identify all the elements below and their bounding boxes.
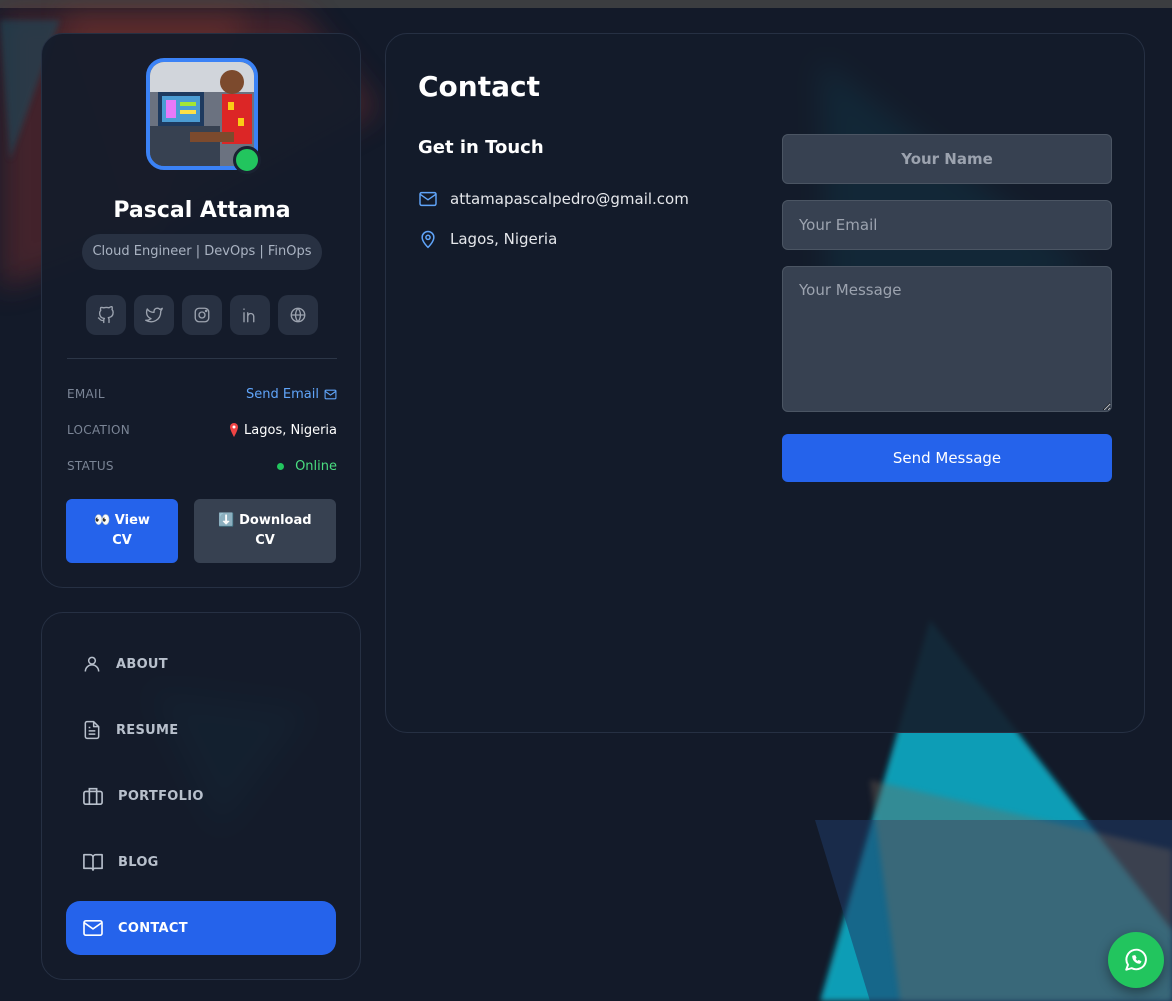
nav-label-resume: RESUME [116, 722, 179, 738]
nav-item-blog[interactable]: BLOG [66, 835, 336, 889]
email-row: EMAIL Send Email [67, 384, 337, 404]
nav-item-contact[interactable]: CONTACT [66, 901, 336, 955]
instagram-icon[interactable] [182, 295, 222, 335]
profile-card: Pascal Attama Cloud Engineer | DevOps | … [41, 33, 361, 588]
status-dot [277, 462, 285, 470]
location-value: Lagos, Nigeria [229, 423, 337, 438]
social-links [86, 295, 318, 335]
contact-panel: Contact Get in Touch attamapascalpedro@g… [385, 33, 1145, 733]
mail-icon [419, 191, 437, 207]
message-textarea[interactable] [782, 266, 1112, 412]
nav-item-resume[interactable]: RESUME [66, 703, 336, 757]
profile-name: Pascal Attama [113, 198, 291, 223]
whatsapp-button[interactable] [1108, 932, 1164, 988]
view-cv-button[interactable]: 👀 View CV [66, 499, 178, 563]
twitter-icon[interactable] [134, 295, 174, 335]
nav-label-blog: BLOG [118, 854, 159, 870]
send-email-label: Send Email [246, 386, 319, 402]
status-value: Online [277, 459, 337, 474]
location-text: Lagos, Nigeria [244, 422, 337, 438]
user-icon [84, 656, 100, 672]
nav-label-contact: CONTACT [118, 920, 188, 936]
send-email-link[interactable]: Send Email [246, 387, 337, 402]
linkedin-icon[interactable] [230, 295, 270, 335]
name-input[interactable] [782, 134, 1112, 184]
globe-icon[interactable] [278, 295, 318, 335]
email-label: EMAIL [67, 387, 105, 401]
email-input[interactable] [782, 200, 1112, 250]
status-label: STATUS [67, 459, 114, 473]
contact-location-line: Lagos, Nigeria [418, 228, 557, 250]
role-badge: Cloud Engineer | DevOps | FinOps [82, 234, 322, 270]
location-row: LOCATION Lagos, Nigeria [67, 420, 337, 440]
page-title: Contact [418, 70, 540, 103]
github-icon[interactable] [86, 295, 126, 335]
document-icon [84, 720, 100, 740]
download-cv-label: ⬇️ Download CV [218, 513, 312, 548]
online-status-dot [233, 146, 261, 174]
mail-icon [324, 389, 337, 399]
contact-email[interactable]: attamapascalpedro@gmail.com [450, 190, 689, 208]
location-label: LOCATION [67, 423, 131, 437]
profile-divider [67, 358, 337, 359]
nav-item-about[interactable]: ABOUT [66, 637, 336, 691]
section-subtitle: Get in Touch [418, 137, 544, 158]
download-cv-button[interactable]: ⬇️ Download CV [194, 499, 336, 563]
nav-item-portfolio[interactable]: PORTFOLIO [66, 769, 336, 823]
send-message-button[interactable]: Send Message [782, 434, 1112, 482]
nav-label-portfolio: PORTFOLIO [118, 788, 204, 804]
status-text: Online [295, 458, 337, 474]
briefcase-icon [83, 787, 103, 805]
view-cv-label: 👀 View CV [94, 513, 150, 548]
status-row: STATUS Online [67, 456, 337, 476]
whatsapp-icon [1125, 948, 1147, 971]
contact-email-line: attamapascalpedro@gmail.com [418, 188, 689, 210]
map-pin-icon [421, 230, 435, 249]
mail-icon [83, 919, 103, 937]
book-icon [83, 853, 103, 871]
pin-icon [230, 423, 239, 437]
contact-location: Lagos, Nigeria [450, 230, 558, 248]
sidebar-nav: ABOUT RESUME PORTFOLIO BLOG CONTACT [41, 612, 361, 980]
nav-label-about: ABOUT [116, 656, 168, 672]
